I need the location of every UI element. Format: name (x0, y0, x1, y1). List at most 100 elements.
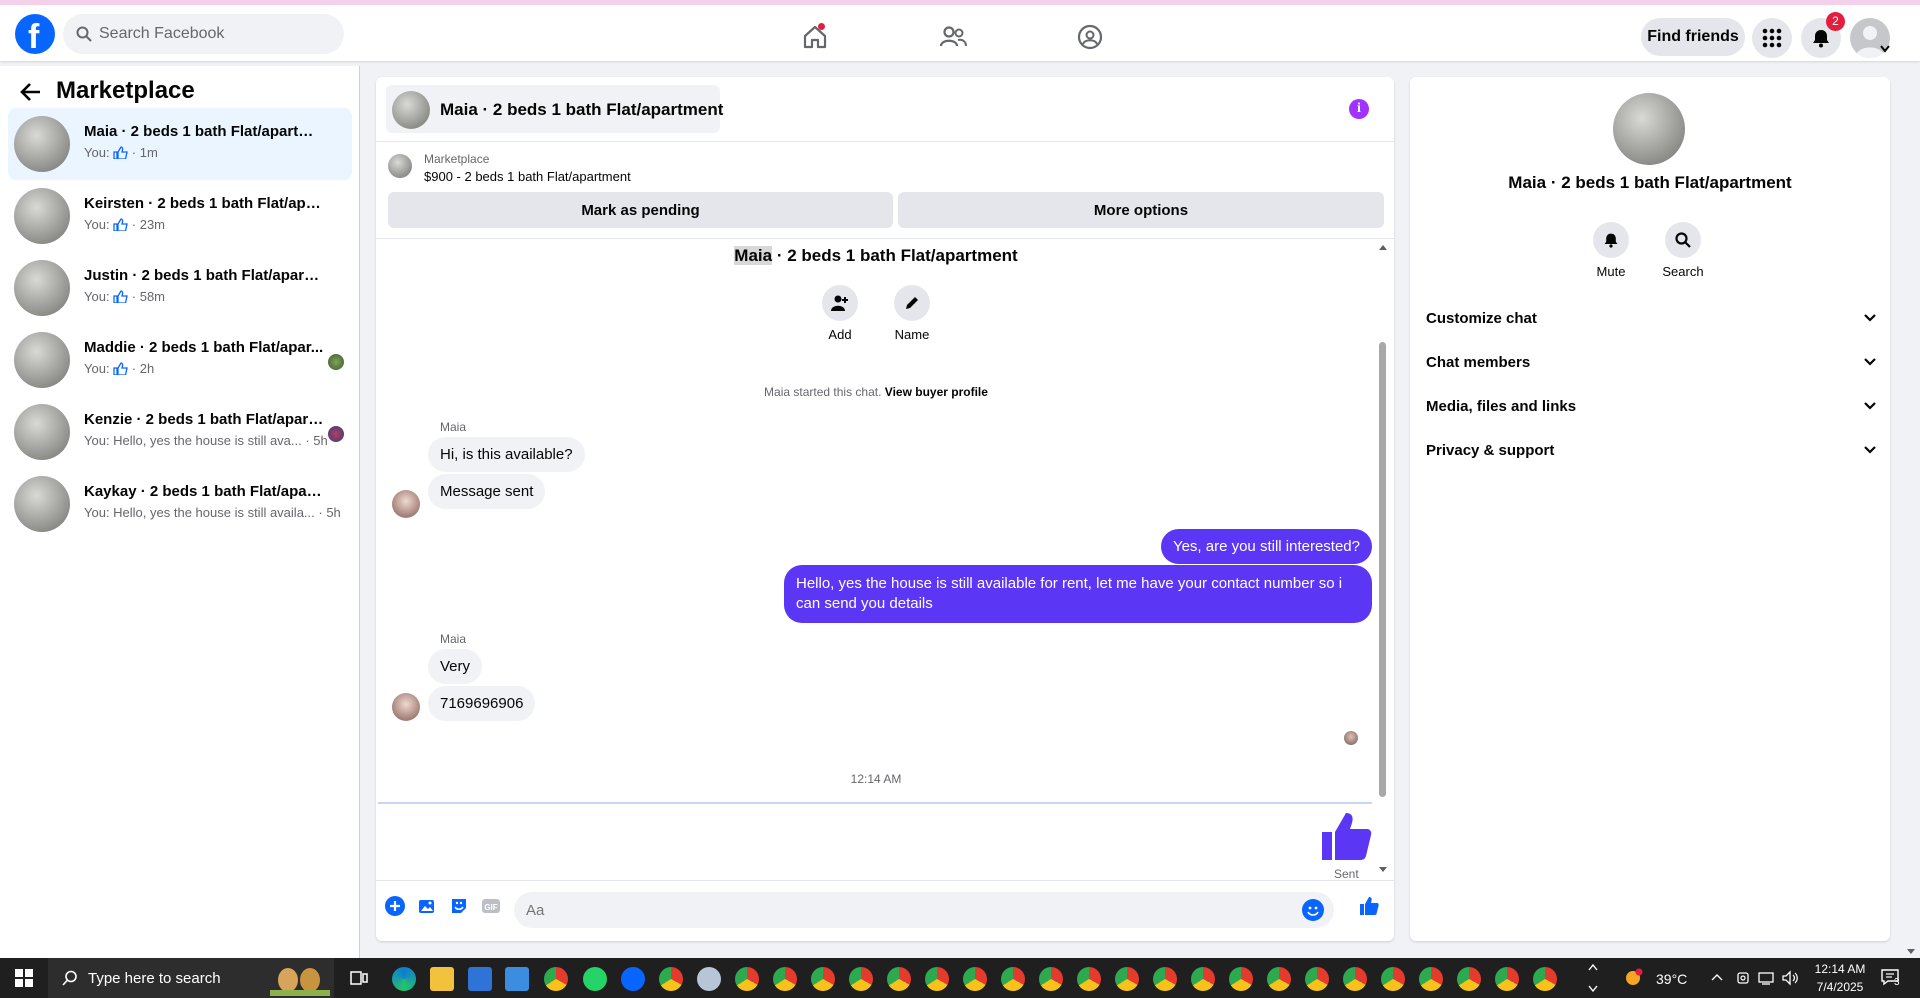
notifications-button[interactable]: 2 (1801, 12, 1845, 58)
listing-price[interactable]: $900 - 2 beds 1 bath Flat/apartment (424, 169, 631, 184)
sender-avatar[interactable] (392, 693, 420, 721)
chrome-icon[interactable] (1077, 967, 1101, 991)
incoming-message[interactable]: 7169696906 (428, 686, 536, 721)
more-options-button[interactable]: More options (898, 192, 1384, 228)
network-icon[interactable] (1757, 970, 1775, 986)
scroll-down-arrow-icon[interactable] (1378, 866, 1388, 874)
outgoing-message[interactable]: Hello, yes the house is still available … (784, 565, 1372, 623)
mark-as-pending-button[interactable]: Mark as pending (388, 192, 893, 228)
chrome-icon[interactable] (659, 967, 683, 991)
view-buyer-profile-link[interactable]: View buyer profile (885, 385, 988, 399)
scroll-up-arrow-icon[interactable] (1378, 243, 1388, 251)
message-input[interactable] (514, 892, 1274, 928)
weather-icon[interactable] (1622, 967, 1644, 989)
chrome-icon[interactable] (735, 967, 759, 991)
app-icon[interactable] (697, 967, 721, 991)
chrome-icon[interactable] (1495, 967, 1519, 991)
edge-icon[interactable] (392, 967, 416, 991)
search-icon (76, 26, 92, 42)
store-icon[interactable] (468, 967, 492, 991)
chrome-icon[interactable] (1001, 967, 1025, 991)
start-button[interactable] (0, 958, 48, 998)
info-icon[interactable]: i (1349, 99, 1369, 119)
plus-circle-icon (385, 896, 405, 916)
chrome-icon[interactable] (773, 967, 797, 991)
windows-logo-icon (15, 969, 33, 987)
volume-icon[interactable] (1781, 970, 1799, 986)
chrome-icon[interactable] (963, 967, 987, 991)
incoming-message[interactable]: Hi, is this available? (428, 437, 585, 472)
chrome-icon[interactable] (1533, 967, 1557, 991)
chrome-icon[interactable] (1457, 967, 1481, 991)
chrome-icon[interactable] (1115, 967, 1139, 991)
search-facebook-box[interactable]: Search Facebook (63, 14, 344, 54)
message-scrollbar[interactable] (1378, 342, 1388, 797)
chrome-icon[interactable] (849, 967, 873, 991)
menu-button[interactable] (1752, 18, 1792, 58)
name-chat-button[interactable]: Name (882, 285, 942, 342)
facebook-taskbar-icon[interactable] (621, 967, 645, 991)
file-explorer-icon[interactable] (430, 967, 454, 991)
groups-nav-button[interactable] (1070, 17, 1110, 57)
conversation-item[interactable]: Kenzie · 2 beds 1 bath Flat/apart... You… (8, 396, 352, 468)
gif-button[interactable]: GIF (480, 895, 502, 917)
chrome-icon[interactable] (1153, 967, 1177, 991)
chrome-icon[interactable] (1419, 967, 1443, 991)
conversation-item[interactable]: Keirsten · 2 beds 1 bath Flat/apart... Y… (8, 180, 352, 252)
chat-members-row[interactable]: Chat members (1426, 344, 1876, 380)
home-nav-button[interactable] (795, 17, 835, 57)
taskbar-overflow-arrows-icon[interactable] (1588, 960, 1598, 996)
taskbar-date[interactable]: 7/4/2025 (1813, 980, 1867, 994)
search-conversation-button[interactable]: Search (1653, 222, 1713, 279)
mail-icon[interactable] (505, 967, 529, 991)
chrome-icon[interactable] (544, 967, 568, 991)
chrome-icon[interactable] (1305, 967, 1329, 991)
mute-button[interactable]: Mute (1581, 222, 1641, 279)
page-scroll-down-icon[interactable] (1906, 948, 1916, 956)
sender-avatar[interactable] (392, 490, 420, 518)
taskbar-search-text: Type here to search (88, 970, 221, 987)
attach-photo-button[interactable] (416, 895, 438, 917)
chrome-icon[interactable] (811, 967, 835, 991)
conversation-item[interactable]: Kaykay · 2 beds 1 bath Flat/apartm... Yo… (8, 468, 352, 540)
chrome-icon[interactable] (1343, 967, 1367, 991)
back-arrow-icon[interactable] (20, 81, 42, 103)
listing-thumbnail-small (388, 154, 412, 178)
chrome-icon[interactable] (1191, 967, 1215, 991)
customize-chat-row[interactable]: Customize chat (1426, 300, 1876, 336)
conversation-item[interactable]: Maddie · 2 beds 1 bath Flat/apar... You:… (8, 324, 352, 396)
chrome-icon[interactable] (925, 967, 949, 991)
chrome-icon[interactable] (1039, 967, 1063, 991)
task-view-icon[interactable] (350, 970, 368, 986)
find-friends-button[interactable]: Find friends (1641, 18, 1745, 56)
chrome-icon[interactable] (1229, 967, 1253, 991)
send-like-button[interactable] (1358, 895, 1380, 917)
friends-nav-button[interactable] (933, 17, 973, 57)
chevron-up-icon[interactable] (1711, 973, 1723, 981)
taskbar-time[interactable]: 12:14 AM (1813, 962, 1867, 976)
chevron-down-icon[interactable] (1880, 45, 1890, 53)
incoming-message[interactable]: Message sent (428, 474, 546, 509)
weather-temperature[interactable]: 39°C (1656, 971, 1687, 987)
emoji-icon[interactable] (1302, 899, 1324, 921)
add-people-button[interactable]: Add (810, 285, 870, 342)
chat-header[interactable]: Maia · 2 beds 1 bath Flat/apartment (386, 85, 723, 133)
chrome-icon[interactable] (887, 967, 911, 991)
taskbar-search[interactable]: Type here to search (48, 958, 334, 998)
facebook-logo[interactable]: f (15, 14, 55, 56)
incoming-message[interactable]: Very (428, 649, 483, 684)
sticker-button[interactable] (448, 895, 470, 917)
listing-thumbnail (392, 91, 430, 129)
more-actions-button[interactable] (384, 895, 406, 917)
chrome-icon[interactable] (1381, 967, 1405, 991)
privacy-support-row[interactable]: Privacy & support (1426, 432, 1876, 468)
chrome-icon[interactable] (1267, 967, 1291, 991)
conversation-item[interactable]: Maia · 2 beds 1 bath Flat/apartment You:… (8, 108, 352, 180)
outgoing-message[interactable]: Yes, are you still interested? (1160, 529, 1372, 564)
conversation-item[interactable]: Justin · 2 beds 1 bath Flat/apartment Yo… (8, 252, 352, 324)
media-files-links-row[interactable]: Media, files and links (1426, 388, 1876, 424)
meet-now-icon[interactable] (1735, 970, 1751, 986)
action-center-button[interactable]: 3 (1880, 968, 1902, 988)
whatsapp-icon[interactable] (583, 967, 607, 991)
message-input-box[interactable] (514, 892, 1334, 928)
